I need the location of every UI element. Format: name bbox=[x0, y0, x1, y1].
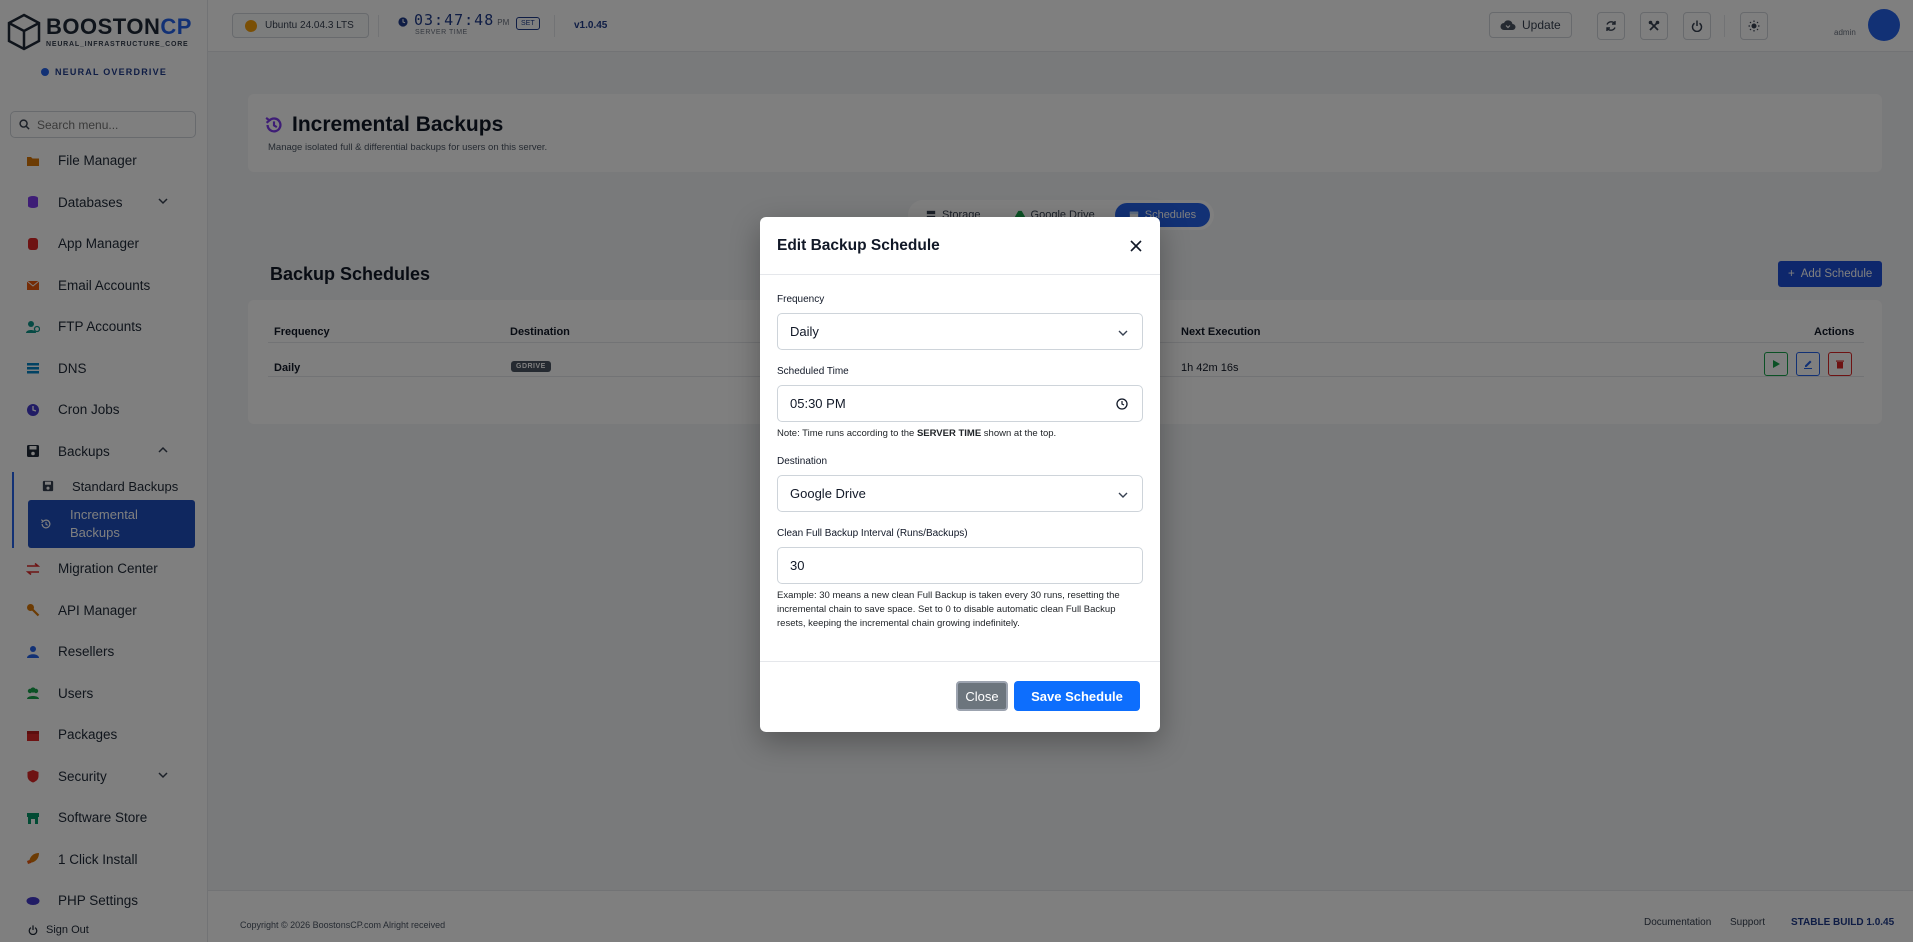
destination-select[interactable]: Google Drive bbox=[777, 475, 1143, 512]
chevron-down-icon bbox=[1118, 492, 1128, 498]
modal-divider bbox=[760, 661, 1160, 662]
chevron-down-icon bbox=[1118, 330, 1128, 336]
destination-value: Google Drive bbox=[790, 486, 866, 501]
frequency-select[interactable]: Daily bbox=[777, 313, 1143, 350]
interval-note: Example: 30 means a new clean Full Backu… bbox=[777, 590, 1120, 629]
scheduled-time-value: 05:30 PM bbox=[790, 396, 846, 411]
edit-schedule-modal: Edit Backup Schedule Frequency Daily Sch… bbox=[760, 217, 1160, 732]
interval-value: 30 bbox=[790, 558, 805, 573]
scheduled-time-label: Scheduled Time bbox=[777, 366, 849, 377]
close-icon[interactable] bbox=[1128, 238, 1144, 254]
destination-label: Destination bbox=[777, 456, 828, 467]
close-button[interactable]: Close bbox=[956, 681, 1008, 711]
interval-label: Clean Full Backup Interval (Runs/Backups… bbox=[777, 528, 968, 539]
frequency-label: Frequency bbox=[777, 294, 825, 305]
time-note: Note: Time runs according to the SERVER … bbox=[777, 428, 1057, 439]
modal-title: Edit Backup Schedule bbox=[777, 237, 940, 254]
frequency-value: Daily bbox=[790, 324, 819, 339]
interval-input[interactable]: 30 bbox=[777, 547, 1143, 584]
clock-icon[interactable] bbox=[1116, 398, 1128, 410]
save-schedule-button[interactable]: Save Schedule bbox=[1014, 681, 1140, 711]
modal-divider bbox=[760, 274, 1160, 275]
scheduled-time-input[interactable]: 05:30 PM bbox=[777, 385, 1143, 422]
